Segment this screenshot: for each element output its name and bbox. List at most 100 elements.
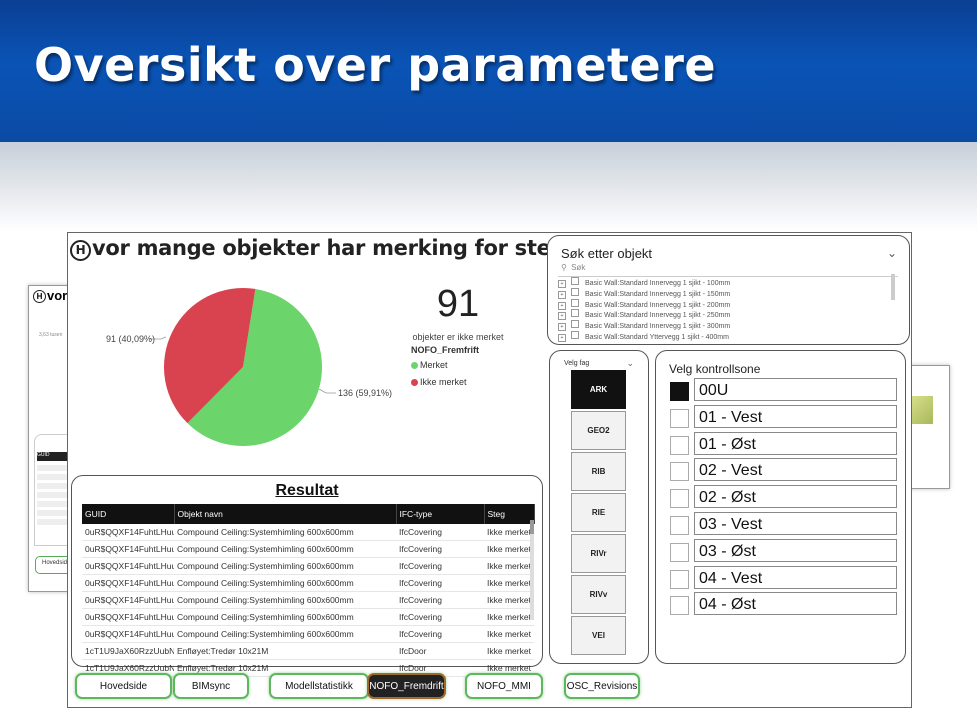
kontrollsone-option-label[interactable]: 03 - Øst: [694, 538, 897, 562]
table-row[interactable]: 0uR$QQXF14FuhtLHuusGlxCompound Ceiling:S…: [82, 625, 534, 643]
table-row[interactable]: 0uR$QQXF14FuhtLHuusGl7Compound Ceiling:S…: [82, 574, 534, 592]
checkbox[interactable]: [670, 596, 689, 616]
checkbox[interactable]: [670, 382, 689, 401]
cell-ifc-type: IfcCovering: [396, 540, 484, 558]
pie-svg: [164, 288, 322, 446]
checkbox[interactable]: [670, 542, 689, 562]
legend-dot-icon: [411, 379, 418, 386]
expand-icon[interactable]: +: [558, 323, 566, 332]
chevron-down-icon[interactable]: ⌄: [887, 246, 897, 260]
velg-fag-label: Velg fag: [564, 360, 590, 367]
search-list-item[interactable]: + Basic Wall:Standard Innervegg 1 sjikt -…: [558, 309, 730, 321]
expand-icon[interactable]: +: [558, 301, 566, 310]
checkbox[interactable]: [571, 287, 579, 296]
checkbox[interactable]: [670, 516, 689, 535]
ghost-row: [37, 465, 67, 471]
h-logo-icon: H: [70, 240, 91, 261]
table-row[interactable]: 0uR$QQXF14FuhtLHuusGk9Compound Ceiling:S…: [82, 557, 534, 575]
search-list-item[interactable]: + Basic Wall:Standard Innervegg 1 sjikt -…: [558, 287, 731, 299]
kontrollsone-option-label[interactable]: 01 - Øst: [694, 431, 897, 455]
cell-steg: Ikke merket: [484, 524, 534, 541]
fag-button-geo2[interactable]: GEO2: [571, 411, 626, 450]
ghost-row: [37, 519, 67, 525]
cell-ifc-type: IfcDoor: [396, 642, 484, 660]
cell-steg: Ikke merket: [484, 642, 534, 660]
nav-button-nofo-mmi[interactable]: NOFO_MMI: [465, 673, 543, 699]
kontrollsone-option-label[interactable]: 02 - Øst: [694, 485, 897, 509]
slide-title: Oversikt over parametere: [34, 38, 717, 92]
legend-item-merket[interactable]: Merket: [411, 360, 479, 370]
cell-guid: 0uR$QQXF14FuhtLHuusGiq: [82, 524, 174, 541]
search-list-item[interactable]: + Basic Wall:Standard Yttervegg 1 sjikt -…: [558, 330, 730, 342]
table-row[interactable]: 0uR$QQXF14FuhtLHuusGiqCompound Ceiling:S…: [82, 524, 534, 541]
checkbox[interactable]: [670, 569, 689, 589]
search-input[interactable]: ⚲ Søk: [558, 263, 898, 277]
column-header-ifc-type[interactable]: IFC-type: [396, 504, 485, 524]
table-row[interactable]: 0uR$QQXF14FuhtLHuusGjuCompound Ceiling:S…: [82, 540, 534, 558]
pie-chart[interactable]: [163, 287, 323, 447]
search-scrollbar[interactable]: [891, 274, 895, 300]
results-scrollbar[interactable]: [530, 520, 534, 620]
ghost-row: [37, 474, 67, 480]
checkbox[interactable]: [670, 435, 689, 455]
cell-steg: Ikke merket: [484, 540, 534, 558]
cell-steg: Ikke merket: [484, 625, 534, 643]
chevron-down-icon[interactable]: ⌄: [626, 358, 634, 369]
cell-objekt-navn: Compound Ceiling:Systemhimling 600x600mm: [174, 540, 396, 558]
table-body: 0uR$QQXF14FuhtLHuusGiqCompound Ceiling:S…: [82, 524, 534, 677]
legend-label: Merket: [420, 360, 448, 370]
checkbox[interactable]: [670, 462, 689, 482]
fag-button-ark[interactable]: ARK: [571, 370, 626, 409]
nav-button-modellstatistikk[interactable]: Modellstatistikk: [269, 673, 369, 699]
search-item-label: Basic Wall:Standard Innervegg 1 sjikt - …: [585, 280, 731, 287]
cell-steg: Ikke merket: [484, 557, 534, 575]
search-icon: ⚲: [561, 263, 567, 272]
pie-label-merket: 136 (59,91%): [338, 388, 393, 398]
nav-button-osc-revisions[interactable]: OSC_Revisions: [564, 673, 640, 699]
nav-button-nofo-fremdrift[interactable]: NOFO_Fremdrift: [367, 673, 446, 699]
fag-button-rivr[interactable]: RIVr: [571, 534, 626, 573]
kontrollsone-option-label[interactable]: 04 - Øst: [694, 592, 897, 616]
expand-icon[interactable]: +: [558, 290, 566, 299]
checkbox[interactable]: [571, 277, 579, 285]
nav-button-bimsync[interactable]: BIMsync: [173, 673, 249, 699]
column-header-steg[interactable]: Steg: [484, 504, 535, 524]
expand-icon[interactable]: +: [558, 312, 566, 321]
fag-button-vei[interactable]: VEI: [571, 616, 626, 655]
search-list-item[interactable]: + Basic Wall:Standard Innervegg 1 sjikt -…: [558, 298, 730, 310]
search-item-label: Basic Wall:Standard Innervegg 1 sjikt - …: [585, 290, 731, 298]
fag-button-rivv[interactable]: RIVv: [571, 575, 626, 614]
checkbox[interactable]: [571, 309, 579, 318]
kontrollsone-option-label[interactable]: 03 - Vest: [694, 512, 897, 535]
nav-button-hovedside[interactable]: Hovedside: [75, 673, 172, 699]
kontrollsone-option-label[interactable]: 00U: [694, 378, 897, 401]
checkbox[interactable]: [670, 489, 689, 509]
kontrollsone-option-label[interactable]: 01 - Vest: [694, 404, 897, 428]
legend-item-ikke-merket[interactable]: Ikke merket: [411, 377, 479, 387]
kontrollsone-option-label[interactable]: 02 - Vest: [694, 458, 897, 482]
search-list-item[interactable]: + Basic Wall:Standard Innervegg 1 sjikt -…: [558, 277, 730, 288]
search-item-label: Basic Wall:Standard Innervegg 1 sjikt - …: [585, 323, 731, 331]
cell-steg: Ikke merket: [484, 591, 534, 609]
results-table: GUID Objekt navn IFC-type Steg 0uR$QQXF1…: [82, 504, 535, 677]
column-header-objekt-navn[interactable]: Objekt navn: [174, 504, 397, 524]
table-row[interactable]: 0uR$QQXF14FuhtLHuusGlICompound Ceiling:S…: [82, 591, 534, 609]
table-row[interactable]: 0uR$QQXF14FuhtLHuusGlQCompound Ceiling:S…: [82, 608, 534, 626]
checkbox[interactable]: [571, 320, 579, 329]
expand-icon[interactable]: +: [558, 280, 566, 288]
expand-icon[interactable]: +: [558, 333, 566, 342]
kontrollsone-option-label[interactable]: 04 - Vest: [694, 565, 897, 589]
table-row[interactable]: 1cT1U9JaX60RzzUubNym_NEnfløyet:Tredør 10…: [82, 642, 534, 660]
ghost-thumbnail: [911, 396, 933, 424]
fag-button-rie[interactable]: RIE: [571, 493, 626, 532]
column-header-guid[interactable]: GUID: [82, 504, 175, 524]
ghost-title-icon: H: [33, 290, 46, 303]
checkbox[interactable]: [571, 298, 579, 307]
scrollbar-thumb[interactable]: [530, 520, 534, 534]
checkbox[interactable]: [670, 408, 689, 428]
cell-ifc-type: IfcCovering: [396, 524, 484, 541]
search-list-item[interactable]: + Basic Wall:Standard Innervegg 1 sjikt -…: [558, 320, 731, 332]
checkbox[interactable]: [571, 330, 579, 339]
fag-button-rib[interactable]: RIB: [571, 452, 626, 491]
pie-legend: NOFO_Fremfrift Merket Ikke merket: [411, 345, 479, 394]
